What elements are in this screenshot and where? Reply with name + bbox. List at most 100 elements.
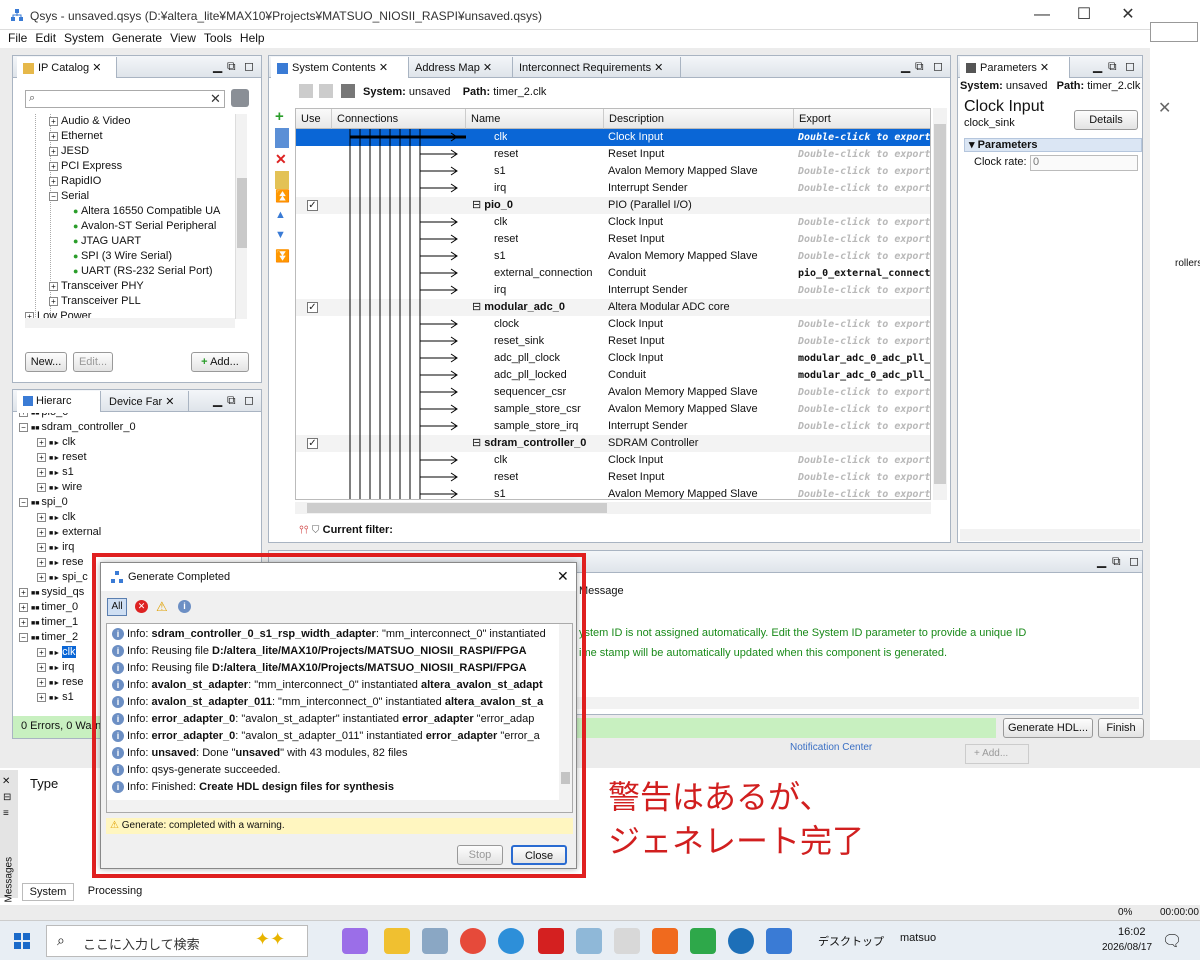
ip-catalog-item[interactable]: + Ethernet	[49, 129, 103, 144]
connection-arrow[interactable]	[420, 234, 458, 244]
minimize-panel-icon[interactable]: ▁	[1093, 59, 1102, 73]
app-globe-icon[interactable]	[728, 928, 754, 954]
ip-catalog-item[interactable]: ● Altera 16550 Compatible UA	[73, 204, 220, 219]
log-hscrollbar[interactable]	[107, 800, 572, 812]
hierarchy-item[interactable]: + ■► s1	[37, 465, 74, 480]
row-export[interactable]: Double-click to export	[798, 248, 930, 265]
expand-icon[interactable]: +	[37, 572, 46, 582]
expand-icon[interactable]: +	[37, 542, 46, 552]
minimize-button[interactable]: —	[1022, 4, 1062, 26]
ip-catalog-item[interactable]: + PCI Express	[49, 159, 122, 174]
connection-filter-icon[interactable]: ⫯⫯	[299, 524, 309, 536]
ip-catalog-item[interactable]: ● Avalon-ST Serial Peripheral	[73, 219, 216, 234]
row-export[interactable]: Double-click to export	[798, 469, 930, 486]
expand-icon[interactable]: +	[49, 281, 58, 291]
tab-address-map[interactable]: Address Map ✕	[409, 57, 513, 78]
expand-icon[interactable]: +	[37, 647, 46, 657]
finish-button[interactable]: Finish	[1098, 718, 1144, 738]
app-blue-icon[interactable]	[576, 928, 602, 954]
move-down-icon[interactable]: ▼	[275, 229, 291, 249]
hierarchy-item[interactable]: + ■► spi_c	[37, 570, 88, 585]
expand-icon[interactable]: +	[37, 512, 46, 522]
add-component-icon[interactable]: +	[275, 108, 291, 128]
notepad-icon[interactable]	[614, 928, 640, 954]
table-hscrollbar[interactable]	[295, 502, 931, 514]
log-line[interactable]: i Info: Finished: Create HDL design files…	[112, 779, 562, 796]
ip-catalog-item[interactable]: ● JTAG UART	[73, 234, 141, 249]
ip-catalog-item[interactable]: ● SPI (3 Wire Serial)	[73, 249, 172, 264]
expand-icon[interactable]: +	[37, 452, 46, 462]
tab-parameters[interactable]: Parameters ✕	[960, 57, 1070, 78]
stop-button[interactable]: Stop	[457, 845, 503, 865]
expand-icon[interactable]: +	[19, 587, 28, 597]
gear-icon[interactable]	[231, 89, 249, 107]
menu-help[interactable]: Help	[240, 30, 265, 46]
clock-date[interactable]: 2026/08/17	[1102, 942, 1152, 953]
menu-generate[interactable]: Generate	[112, 30, 162, 46]
row-export[interactable]: Double-click to export	[798, 384, 930, 401]
tab-ip-catalog[interactable]: IP Catalog ✕	[17, 57, 117, 78]
hierarchy-item[interactable]: − ■■ spi_0	[19, 495, 68, 510]
ip-catalog-item[interactable]: + Transceiver PLL	[49, 294, 141, 309]
close-icon[interactable]: ✕	[2, 776, 10, 787]
expand-icon[interactable]: +	[37, 482, 46, 492]
hierarchy-item[interactable]: + ■► wire	[37, 480, 82, 495]
clear-search-icon[interactable]: ✕	[210, 91, 221, 107]
hierarchy-item[interactable]: + ■► irq	[37, 540, 74, 555]
connection-arrow[interactable]	[420, 353, 458, 363]
hierarchy-item[interactable]: +■■ pio_0	[19, 413, 68, 420]
expand-icon[interactable]: +	[37, 437, 46, 447]
dialog-close-icon[interactable]: ✕	[557, 568, 569, 585]
row-export[interactable]: Double-click to export	[798, 282, 930, 299]
close-window-button[interactable]: ✕	[1108, 4, 1148, 26]
restore-panel-icon[interactable]: ⧉	[915, 59, 924, 74]
tab-hierarchy[interactable]: Hierarc	[17, 391, 101, 412]
menu-file[interactable]: File	[8, 30, 27, 46]
minimize-panel-icon[interactable]: ▁	[213, 59, 222, 73]
expand-icon[interactable]: +	[49, 146, 58, 156]
maximize-panel-icon[interactable]: ◻	[244, 393, 254, 407]
row-export[interactable]: Double-click to export	[798, 214, 930, 231]
pin-icon[interactable]: ⊟	[3, 792, 11, 803]
expand-icon[interactable]: +	[37, 557, 46, 567]
hierarchy-item[interactable]: + ■► reset	[37, 450, 87, 465]
warning-filter-icon[interactable]: ⚠	[156, 599, 168, 615]
collapse-module-icon[interactable]: ⊟	[472, 301, 484, 313]
col-description[interactable]: Description	[604, 109, 794, 129]
hierarchy-item[interactable]: + ■► rese	[37, 675, 84, 690]
scrollbar-thumb[interactable]	[561, 772, 570, 784]
close-button[interactable]: Close	[511, 845, 567, 865]
menu-view[interactable]: View	[170, 30, 196, 46]
error-filter-icon[interactable]: ✕	[135, 600, 148, 613]
filter-icon[interactable]: ⛉	[312, 524, 320, 536]
row-export[interactable]: Double-click to export	[798, 401, 930, 418]
restore-panel-icon[interactable]: ⧉	[1108, 59, 1117, 74]
restore-panel-icon[interactable]: ⧉	[227, 393, 236, 408]
menu-edit[interactable]: Edit	[35, 30, 56, 46]
connection-arrow[interactable]	[420, 336, 458, 346]
use-checkbox[interactable]: ✓	[307, 200, 318, 211]
hscrollbar-thumb[interactable]	[307, 503, 607, 513]
expand-icon[interactable]: +	[49, 131, 58, 141]
new-ip-button[interactable]: New...	[25, 352, 67, 372]
clock-rate-field[interactable]: 0	[1030, 155, 1138, 171]
use-checkbox[interactable]: ✓	[307, 302, 318, 313]
qc-icon[interactable]	[690, 928, 716, 954]
edge-icon[interactable]	[498, 928, 524, 954]
log-line[interactable]: i Info: qsys-generate succeeded.	[112, 762, 562, 779]
tab-system-bottom[interactable]: System	[22, 883, 74, 901]
scrollbar-thumb[interactable]	[237, 178, 247, 248]
ip-catalog-scrollbar[interactable]	[235, 114, 247, 319]
hierarchy-item[interactable]: + ■■ timer_0	[19, 600, 78, 615]
use-checkbox[interactable]: ✓	[307, 438, 318, 449]
log-line[interactable]: i Info: Reusing file D:/altera_lite/MAX10…	[112, 643, 562, 660]
top-level-icon[interactable]	[319, 84, 333, 98]
maximize-panel-icon[interactable]: ◻	[1129, 554, 1139, 568]
message-row[interactable]: ime stamp will be automatically updated …	[579, 647, 947, 659]
col-name[interactable]: Name	[466, 109, 604, 129]
expand-icon[interactable]: +	[37, 662, 46, 672]
ip-catalog-hscrollbar[interactable]	[25, 318, 235, 328]
expand-icon[interactable]: +	[19, 617, 28, 627]
col-connections[interactable]: Connections	[332, 109, 466, 129]
info-filter-icon[interactable]: i	[178, 600, 191, 613]
